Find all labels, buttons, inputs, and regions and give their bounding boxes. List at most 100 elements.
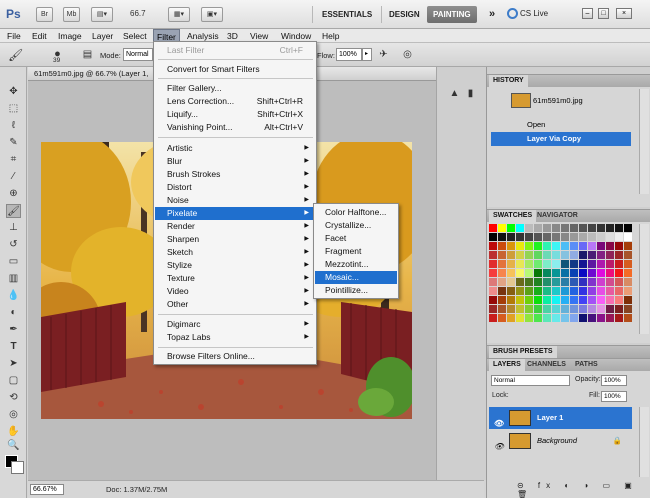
color-swatch[interactable]	[615, 287, 623, 295]
color-swatch[interactable]	[516, 278, 524, 286]
menu-image[interactable]: Image	[55, 29, 85, 43]
color-swatch[interactable]	[507, 242, 515, 250]
move-tool-icon[interactable]: ✥	[6, 85, 21, 99]
color-swatch[interactable]	[570, 278, 578, 286]
visibility-eye-icon[interactable]: 👁	[494, 436, 504, 458]
color-swatch[interactable]	[597, 242, 605, 250]
color-swatch[interactable]	[489, 305, 497, 313]
color-swatch[interactable]	[588, 260, 596, 268]
color-swatch[interactable]	[570, 296, 578, 304]
hand-tool-icon[interactable]: ✋	[6, 425, 21, 439]
color-swatch[interactable]	[579, 314, 587, 322]
color-swatch[interactable]	[552, 287, 560, 295]
history-scrollbar[interactable]	[639, 89, 649, 194]
color-swatch[interactable]	[588, 278, 596, 286]
color-swatch[interactable]	[534, 260, 542, 268]
color-swatch[interactable]	[579, 296, 587, 304]
color-swatch[interactable]	[606, 305, 614, 313]
eraser-tool-icon[interactable]: ▭	[6, 255, 21, 269]
close-button[interactable]: ×	[616, 8, 632, 19]
color-swatch[interactable]	[498, 296, 506, 304]
color-swatch[interactable]	[552, 233, 560, 241]
menu-item-render[interactable]: Render ▶	[155, 220, 315, 233]
menu-item-texture[interactable]: Texture ▶	[155, 272, 315, 285]
color-swatch[interactable]	[624, 260, 632, 268]
color-swatch[interactable]	[588, 242, 596, 250]
tab-swatches[interactable]: SWATCHES	[489, 210, 537, 222]
color-swatch[interactable]	[579, 278, 587, 286]
color-swatch[interactable]	[570, 287, 578, 295]
color-swatch[interactable]	[489, 287, 497, 295]
color-swatch[interactable]	[525, 233, 533, 241]
color-swatch[interactable]	[543, 314, 551, 322]
color-swatch[interactable]	[579, 260, 587, 268]
color-swatch[interactable]	[552, 314, 560, 322]
bridge-button[interactable]: Br	[36, 7, 53, 22]
flow-input[interactable]: 100%	[336, 48, 362, 61]
color-swatch[interactable]	[615, 314, 623, 322]
color-swatch[interactable]	[543, 242, 551, 250]
color-swatch[interactable]	[624, 287, 632, 295]
color-swatch[interactable]	[552, 305, 560, 313]
color-swatch[interactable]	[489, 233, 497, 241]
status-doc-size[interactable]: Doc: 1.37M/2.75M	[106, 485, 167, 494]
color-swatch[interactable]	[498, 305, 506, 313]
color-swatch[interactable]	[552, 269, 560, 277]
healing-brush-tool-icon[interactable]: ⊕	[6, 187, 21, 201]
status-zoom-input[interactable]: 66.67%	[30, 484, 64, 495]
color-swatch[interactable]	[570, 269, 578, 277]
path-selection-tool-icon[interactable]: ➤	[6, 357, 21, 371]
tab-history[interactable]: HISTORY	[489, 75, 528, 87]
pen-tool-icon[interactable]: ✒	[6, 323, 21, 337]
zoom-tool-icon[interactable]: 🔍	[6, 439, 21, 453]
color-swatch[interactable]	[525, 269, 533, 277]
menu-item-topaz-labs[interactable]: Topaz Labs ▶	[155, 331, 315, 344]
color-swatch[interactable]	[561, 251, 569, 259]
color-swatch[interactable]	[588, 251, 596, 259]
color-swatch[interactable]	[489, 314, 497, 322]
color-swatch[interactable]	[588, 269, 596, 277]
menu-item-distort[interactable]: Distort ▶	[155, 181, 315, 194]
menu-item-noise[interactable]: Noise ▶	[155, 194, 315, 207]
color-swatch[interactable]	[624, 305, 632, 313]
mini-bridge-button[interactable]: Mb	[63, 7, 80, 22]
menu-item-convert-smart-filters[interactable]: Convert for Smart Filters	[155, 63, 315, 76]
color-swatch[interactable]	[525, 251, 533, 259]
color-swatch[interactable]	[561, 242, 569, 250]
color-swatch[interactable]	[543, 233, 551, 241]
color-swatch[interactable]	[498, 287, 506, 295]
color-swatch[interactable]	[606, 269, 614, 277]
color-swatch[interactable]	[543, 269, 551, 277]
eyedropper-tool-icon[interactable]: ⁄	[6, 170, 21, 184]
color-swatch[interactable]	[606, 314, 614, 322]
dodge-tool-icon[interactable]: ◐	[6, 306, 21, 320]
more-workspaces-button[interactable]: »	[483, 6, 501, 23]
menu-item-pointillize[interactable]: Pointillize...	[315, 284, 397, 297]
menu-item-color-halftone[interactable]: Color Halftone...	[315, 206, 397, 219]
color-swatch[interactable]	[588, 287, 596, 295]
tab-layers[interactable]: LAYERS	[489, 359, 525, 371]
color-swatch[interactable]	[597, 233, 605, 241]
color-swatch[interactable]	[498, 251, 506, 259]
menu-item-sketch[interactable]: Sketch ▶	[155, 246, 315, 259]
shape-tool-icon[interactable]: ▢	[6, 374, 21, 388]
color-swatch[interactable]	[552, 242, 560, 250]
color-swatch[interactable]	[525, 224, 533, 232]
color-swatch[interactable]	[543, 251, 551, 259]
lasso-tool-icon[interactable]: ℓ	[6, 119, 21, 133]
color-swatch[interactable]	[570, 305, 578, 313]
color-swatch[interactable]	[534, 278, 542, 286]
color-swatch[interactable]	[561, 224, 569, 232]
menu-item-fragment[interactable]: Fragment	[315, 245, 397, 258]
menu-item-facet[interactable]: Facet	[315, 232, 397, 245]
color-swatch[interactable]	[543, 305, 551, 313]
fill-input[interactable]: 100%	[601, 391, 627, 402]
tablet-pressure-icon[interactable]: ◎	[400, 48, 415, 62]
color-swatch[interactable]	[507, 260, 515, 268]
quick-selection-tool-icon[interactable]: ✎	[6, 136, 21, 150]
color-swatch[interactable]	[606, 278, 614, 286]
color-swatch[interactable]	[597, 314, 605, 322]
color-swatch[interactable]	[543, 278, 551, 286]
background-color-swatch[interactable]	[11, 461, 24, 474]
color-swatch[interactable]	[579, 269, 587, 277]
